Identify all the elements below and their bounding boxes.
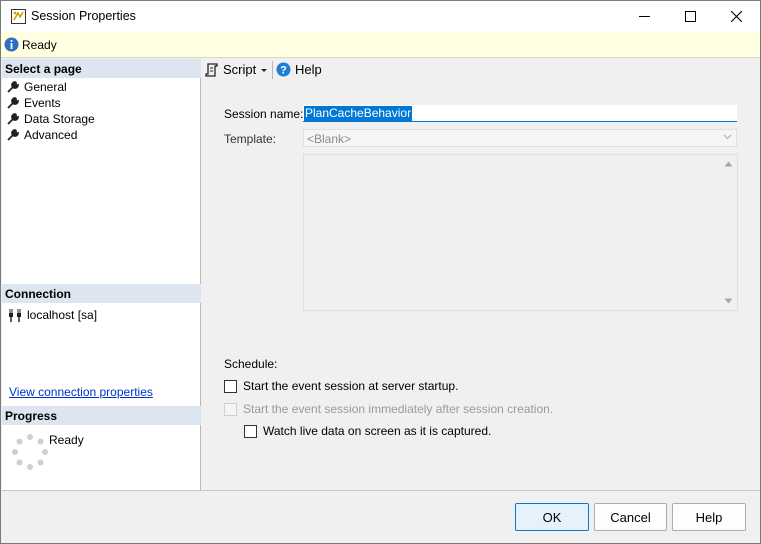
help-button[interactable]: Help <box>672 503 746 531</box>
page-item-label: Events <box>24 96 61 110</box>
page-item-general[interactable]: General <box>6 79 67 95</box>
page-item-label: Advanced <box>24 128 78 142</box>
window-title: Session Properties <box>31 9 136 23</box>
start-at-server-startup-option[interactable]: Start the event session at server startu… <box>224 379 458 393</box>
status-text: Ready <box>22 38 57 52</box>
option-label: Start the event session at server startu… <box>243 379 459 393</box>
template-value: <Blank> <box>307 132 352 146</box>
app-icon <box>11 9 26 24</box>
template-select: <Blank> <box>303 129 737 147</box>
template-label: Template: <box>224 132 277 146</box>
start-at-server-startup-checkbox[interactable] <box>224 379 237 393</box>
footer-divider <box>2 490 760 491</box>
connection-value: localhost [sa] <box>27 308 98 322</box>
option-label: Watch live data on screen as it is captu… <box>263 424 492 438</box>
toolbar-help-button[interactable]: ? Help <box>276 62 322 77</box>
view-connection-properties-link[interactable]: View connection properties <box>9 385 153 399</box>
page-item-label: Data Storage <box>24 112 95 126</box>
minimize-button[interactable] <box>621 1 667 32</box>
chevron-down-icon <box>723 134 732 140</box>
session-name-label: Session name: <box>224 107 304 121</box>
connection-header: Connection <box>2 284 201 303</box>
toolbar-separator <box>272 61 273 79</box>
start-immediately-option: Start the event session immediately afte… <box>224 402 553 416</box>
description-scrollbar[interactable] <box>720 155 737 310</box>
connection-item: localhost [sa] <box>7 307 97 323</box>
connection-plug-icon <box>9 309 21 322</box>
page-item-data-storage[interactable]: Data Storage <box>6 111 95 127</box>
script-label: Script <box>223 62 257 77</box>
watch-live-data-checkbox[interactable] <box>244 424 257 438</box>
maximize-button[interactable] <box>667 1 713 32</box>
wrench-icon <box>7 81 19 93</box>
wrench-icon <box>7 97 19 109</box>
wrench-icon <box>7 129 19 141</box>
progress-spinner-icon <box>12 434 48 470</box>
script-button[interactable]: Script <box>205 62 256 77</box>
left-pane: Select a page General Events Data Storag… <box>2 59 201 490</box>
help-label: Help <box>295 62 322 77</box>
session-name-selected-text: PlanCacheBehavior <box>304 106 413 121</box>
close-icon <box>730 11 742 22</box>
schedule-label: Schedule: <box>224 357 278 371</box>
title-bar: Session Properties <box>1 1 760 32</box>
cancel-button[interactable]: Cancel <box>594 503 667 531</box>
page-item-label: General <box>24 80 67 94</box>
page-item-advanced[interactable]: Advanced <box>6 127 77 143</box>
progress-header: Progress <box>2 406 201 425</box>
minimize-icon <box>638 16 650 17</box>
template-description-box <box>303 154 738 311</box>
watch-live-data-option[interactable]: Watch live data on screen as it is captu… <box>244 424 491 438</box>
wrench-icon <box>7 113 19 125</box>
toolbar: Script ? Help <box>202 59 760 81</box>
script-dropdown-arrow-icon[interactable] <box>260 68 268 73</box>
script-icon <box>205 62 218 77</box>
svg-text:?: ? <box>280 65 287 77</box>
status-bar: Ready <box>1 32 760 58</box>
ok-button[interactable]: OK <box>515 503 589 531</box>
info-icon <box>4 37 19 52</box>
scroll-down-arrow-icon[interactable] <box>724 298 733 304</box>
select-page-header: Select a page <box>2 59 201 78</box>
page-item-events[interactable]: Events <box>6 95 61 111</box>
maximize-icon <box>684 11 696 22</box>
session-properties-window: Session Properties Ready Select a page G… <box>0 0 761 544</box>
start-immediately-checkbox <box>224 402 237 416</box>
scroll-up-arrow-icon[interactable] <box>724 161 733 167</box>
option-label: Start the event session immediately afte… <box>243 402 554 416</box>
progress-text: Ready <box>49 433 84 447</box>
help-icon: ? <box>276 62 291 77</box>
close-button[interactable] <box>713 1 759 32</box>
